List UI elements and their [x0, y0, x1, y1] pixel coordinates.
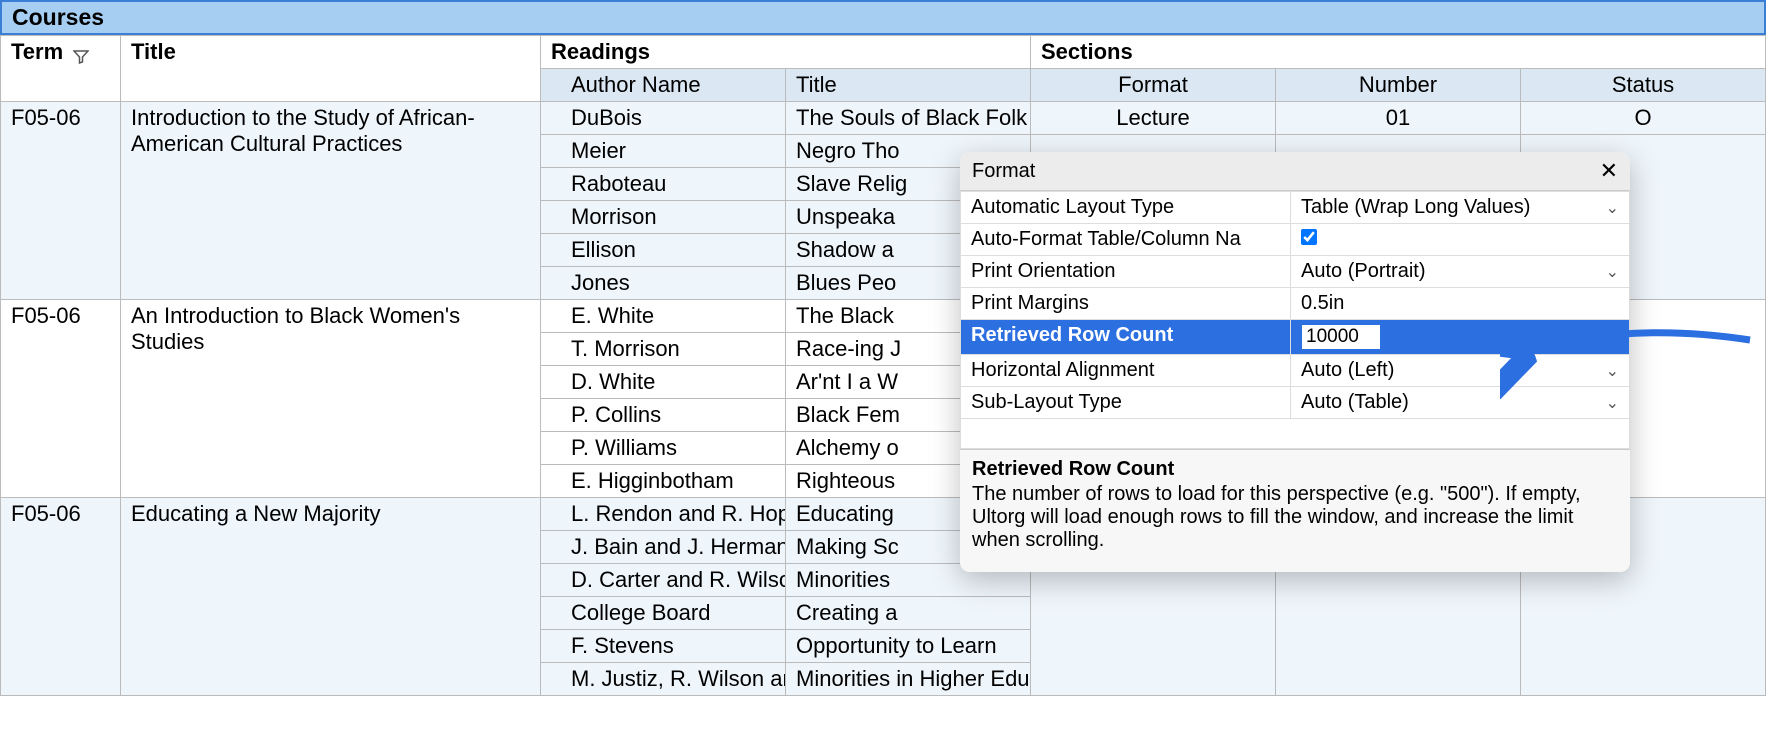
col-title[interactable]: Title	[121, 36, 541, 102]
chevron-down-icon[interactable]: ⌄	[1606, 361, 1619, 381]
dialog-row[interactable]: Print Orientation Auto (Portrait) ⌄	[961, 256, 1630, 288]
cell-author[interactable]: Meier	[541, 135, 786, 168]
dialog-row[interactable]: Sub-Layout Type Auto (Table) ⌄	[961, 387, 1630, 419]
cell-author[interactable]: Raboteau	[541, 168, 786, 201]
cell-reading-title[interactable]: Creating a	[786, 597, 1031, 630]
dialog-help-text: The number of rows to load for this pers…	[972, 483, 1618, 552]
dialog-label: Print Orientation	[961, 256, 1291, 288]
select-value: Auto (Table)	[1301, 391, 1409, 414]
cell-term[interactable]: F05-06	[1, 498, 121, 696]
cell-author[interactable]: Jones	[541, 267, 786, 300]
row-count-input[interactable]	[1301, 324, 1381, 350]
dialog-value[interactable]: Table (Wrap Long Values) ⌄	[1291, 192, 1630, 224]
dialog-value[interactable]	[1291, 224, 1630, 256]
cell-author[interactable]: DuBois	[541, 102, 786, 135]
dialog-row[interactable]: Automatic Layout TypeTable (Wrap Long Va…	[961, 192, 1630, 224]
dialog-value[interactable]: Auto (Portrait) ⌄	[1291, 256, 1630, 288]
dialog-value[interactable]: Auto (Left) ⌄	[1291, 355, 1630, 387]
cell-format[interactable]: Lecture	[1031, 102, 1276, 135]
header-row-1: Term Title Readings Sections	[1, 36, 1766, 69]
cell-reading-title[interactable]: The Souls of Black Folk	[786, 102, 1031, 135]
dialog-label: Horizontal Alignment	[961, 355, 1291, 387]
dialog-properties: Automatic Layout TypeTable (Wrap Long Va…	[960, 191, 1630, 449]
dialog-label: Automatic Layout Type	[961, 192, 1291, 224]
cell-author[interactable]: F. Stevens	[541, 630, 786, 663]
cell-term[interactable]: F05-06	[1, 300, 121, 498]
dialog-row[interactable]: Auto-Format Table/Column Na	[961, 224, 1630, 256]
dialog-label: Retrieved Row Count	[961, 320, 1291, 355]
format-dialog: Format ✕ Automatic Layout TypeTable (Wra…	[960, 152, 1630, 572]
cell-author[interactable]: T. Morrison	[541, 333, 786, 366]
col-author[interactable]: Author Name	[541, 69, 786, 102]
cell-author[interactable]: E. Higginbotham	[541, 465, 786, 498]
col-sections[interactable]: Sections	[1031, 36, 1766, 69]
table-row[interactable]: F05-06Introduction to the Study of Afric…	[1, 102, 1766, 135]
chevron-down-icon[interactable]: ⌄	[1606, 198, 1619, 218]
dialog-row[interactable]: Retrieved Row Count	[961, 320, 1630, 355]
dialog-help-title: Retrieved Row Count	[972, 458, 1618, 481]
dialog-row[interactable]: Print Margins0.5in	[961, 288, 1630, 320]
cell-title[interactable]: Educating a New Majority	[121, 498, 541, 696]
chevron-down-icon[interactable]: ⌄	[1606, 393, 1619, 413]
cell-reading-title[interactable]: Minorities in Higher Educatio	[786, 663, 1031, 696]
dialog-label: Print Margins	[961, 288, 1291, 320]
dialog-titlebar[interactable]: Format ✕	[960, 152, 1630, 191]
select-value: Table (Wrap Long Values)	[1301, 196, 1530, 219]
filter-icon[interactable]	[73, 45, 89, 61]
dialog-title-text: Format	[972, 160, 1035, 183]
dialog-row[interactable]: Horizontal Alignment Auto (Left) ⌄	[961, 355, 1630, 387]
cell-term[interactable]: F05-06	[1, 102, 121, 300]
close-icon[interactable]: ✕	[1600, 158, 1618, 184]
cell-author[interactable]: P. Williams	[541, 432, 786, 465]
dialog-value[interactable]: Auto (Table) ⌄	[1291, 387, 1630, 419]
cell-author[interactable]: M. Justiz, R. Wilson an	[541, 663, 786, 696]
cell-author[interactable]: D. Carter and R. Wilso	[541, 564, 786, 597]
col-format[interactable]: Format	[1031, 69, 1276, 102]
select-value: Auto (Portrait)	[1301, 260, 1425, 283]
cell-reading-title[interactable]: Opportunity to Learn	[786, 630, 1031, 663]
cell-author[interactable]: P. Collins	[541, 399, 786, 432]
col-rtitle[interactable]: Title	[786, 69, 1031, 102]
dialog-help: Retrieved Row Count The number of rows t…	[960, 449, 1630, 572]
cell-title[interactable]: An Introduction to Black Women's Studies	[121, 300, 541, 498]
select-value: Auto (Left)	[1301, 359, 1394, 382]
cell-author[interactable]: D. White	[541, 366, 786, 399]
dialog-value[interactable]	[1291, 320, 1630, 355]
dialog-blank-row	[961, 419, 1630, 449]
checkbox[interactable]	[1301, 229, 1317, 245]
cell-title[interactable]: Introduction to the Study of African-Ame…	[121, 102, 541, 300]
dialog-value[interactable]: 0.5in	[1291, 288, 1630, 320]
col-term[interactable]: Term	[1, 36, 121, 102]
table-title: Courses	[0, 0, 1766, 35]
col-readings[interactable]: Readings	[541, 36, 1031, 69]
cell-author[interactable]: Morrison	[541, 201, 786, 234]
cell-author[interactable]: L. Rendon and R. Hope	[541, 498, 786, 531]
chevron-down-icon[interactable]: ⌄	[1606, 262, 1619, 282]
cell-status[interactable]: O	[1521, 102, 1766, 135]
cell-author[interactable]: J. Bain and J. Herman	[541, 531, 786, 564]
dialog-label: Auto-Format Table/Column Na	[961, 224, 1291, 256]
cell-author[interactable]: E. White	[541, 300, 786, 333]
col-status[interactable]: Status	[1521, 69, 1766, 102]
cell-author[interactable]: Ellison	[541, 234, 786, 267]
cell-author[interactable]: College Board	[541, 597, 786, 630]
dialog-label: Sub-Layout Type	[961, 387, 1291, 419]
cell-number[interactable]: 01	[1276, 102, 1521, 135]
col-number[interactable]: Number	[1276, 69, 1521, 102]
